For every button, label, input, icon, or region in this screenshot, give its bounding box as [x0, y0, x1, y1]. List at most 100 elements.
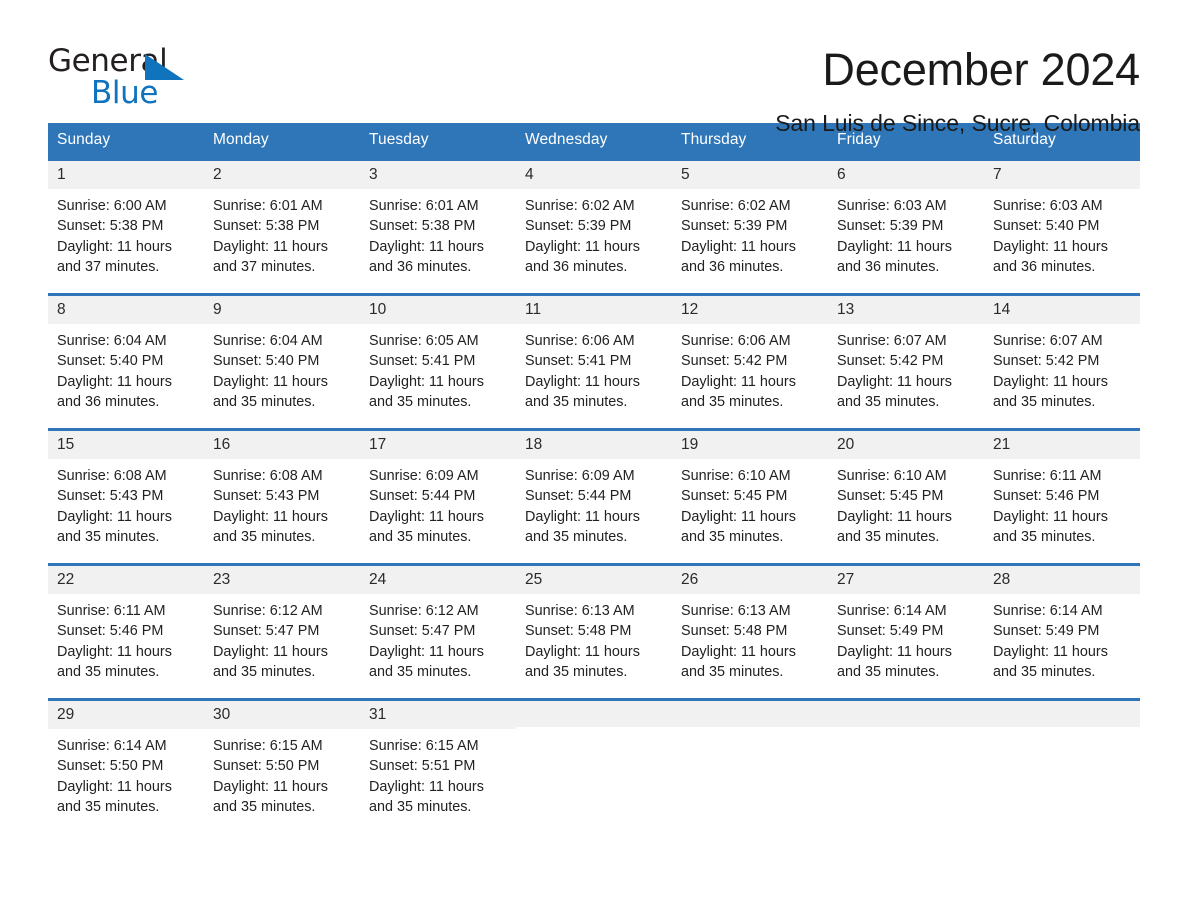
daylight-text: Daylight: 11 hours and 35 minutes.: [369, 373, 484, 411]
sunset-text: Sunset: 5:42 PM: [837, 353, 944, 370]
calendar-day-cell[interactable]: 21 Sunrise: 6:11 AM Sunset: 5:46 PM Dayligh…: [984, 428, 1140, 565]
calendar-day-cell[interactable]: 1 Sunrise: 6:00 AM Sunset: 5:38 PM Daylight…: [48, 158, 204, 295]
sunrise-text: Sunrise: 6:02 AM: [681, 197, 791, 214]
calendar-day-cell[interactable]: 20 Sunrise: 6:10 AM Sunset: 5:45 PM Dayligh…: [828, 428, 984, 565]
day-number: 25: [516, 566, 672, 594]
calendar-day-cell[interactable]: 10 Sunrise: 6:05 AM Sunset: 5:41 PM Dayligh…: [360, 293, 516, 430]
sunrise-text: Sunrise: 6:15 AM: [213, 737, 323, 754]
calendar-body: 1 Sunrise: 6:00 AM Sunset: 5:38 PM Daylight…: [48, 158, 1140, 828]
sunrise-text: Sunrise: 6:13 AM: [681, 602, 791, 619]
sunset-text: Sunset: 5:43 PM: [213, 488, 320, 505]
daylight-text: Daylight: 11 hours and 36 minutes.: [993, 238, 1108, 276]
day-details: Sunrise: 6:12 AM Sunset: 5:47 PM Daylight:…: [204, 594, 360, 683]
calendar-day-cell[interactable]: 16 Sunrise: 6:08 AM Sunset: 5:43 PM Dayligh…: [204, 428, 360, 565]
calendar-empty-cell: [672, 698, 828, 828]
calendar-day-cell[interactable]: 8 Sunrise: 6:04 AM Sunset: 5:40 PM Daylight…: [48, 293, 204, 430]
calendar-day-cell[interactable]: 2 Sunrise: 6:01 AM Sunset: 5:38 PM Daylight…: [204, 158, 360, 295]
calendar-day-cell[interactable]: 12 Sunrise: 6:06 AM Sunset: 5:42 PM Dayligh…: [672, 293, 828, 430]
sunset-text: Sunset: 5:42 PM: [681, 353, 788, 370]
calendar-day-cell[interactable]: 29 Sunrise: 6:14 AM Sunset: 5:50 PM Dayligh…: [48, 698, 204, 828]
calendar-day-cell[interactable]: 23 Sunrise: 6:12 AM Sunset: 5:47 PM Dayligh…: [204, 563, 360, 700]
day-details: Sunrise: 6:02 AM Sunset: 5:39 PM Daylight:…: [672, 189, 828, 278]
day-number: 19: [672, 431, 828, 459]
calendar-day-cell[interactable]: 5 Sunrise: 6:02 AM Sunset: 5:39 PM Daylight…: [672, 158, 828, 295]
logo-text-blue: Blue: [91, 75, 158, 111]
calendar-week-row: 8 Sunrise: 6:04 AM Sunset: 5:40 PM Daylight…: [48, 293, 1140, 430]
daylight-text: Daylight: 11 hours and 35 minutes.: [525, 508, 640, 546]
calendar-day-cell[interactable]: 6 Sunrise: 6:03 AM Sunset: 5:39 PM Daylight…: [828, 158, 984, 295]
sunset-text: Sunset: 5:50 PM: [57, 758, 164, 775]
day-details: Sunrise: 6:03 AM Sunset: 5:39 PM Daylight:…: [828, 189, 984, 278]
calendar-day-cell[interactable]: 13 Sunrise: 6:07 AM Sunset: 5:42 PM Dayligh…: [828, 293, 984, 430]
day-details: Sunrise: 6:11 AM Sunset: 5:46 PM Daylight:…: [48, 594, 204, 683]
general-blue-logo[interactable]: General Blue: [48, 46, 198, 112]
day-details: Sunrise: 6:06 AM Sunset: 5:41 PM Daylight:…: [516, 324, 672, 413]
sunset-text: Sunset: 5:48 PM: [681, 623, 788, 640]
sunrise-text: Sunrise: 6:03 AM: [993, 197, 1103, 214]
daylight-text: Daylight: 11 hours and 35 minutes.: [837, 373, 952, 411]
calendar-day-cell[interactable]: 3 Sunrise: 6:01 AM Sunset: 5:38 PM Daylight…: [360, 158, 516, 295]
daylight-text: Daylight: 11 hours and 35 minutes.: [837, 643, 952, 681]
sunset-text: Sunset: 5:38 PM: [213, 218, 320, 235]
day-details: Sunrise: 6:10 AM Sunset: 5:45 PM Daylight:…: [672, 459, 828, 548]
calendar-empty-cell: [516, 698, 672, 828]
day-number: [672, 701, 828, 727]
calendar-day-cell[interactable]: 7 Sunrise: 6:03 AM Sunset: 5:40 PM Daylight…: [984, 158, 1140, 295]
calendar-day-cell[interactable]: 30 Sunrise: 6:15 AM Sunset: 5:50 PM Dayligh…: [204, 698, 360, 828]
calendar-day-cell[interactable]: 22 Sunrise: 6:11 AM Sunset: 5:46 PM Dayligh…: [48, 563, 204, 700]
day-details: Sunrise: 6:14 AM Sunset: 5:49 PM Daylight:…: [984, 594, 1140, 683]
day-number: 18: [516, 431, 672, 459]
day-number: 3: [360, 161, 516, 189]
day-number: [828, 701, 984, 727]
daylight-text: Daylight: 11 hours and 35 minutes.: [213, 373, 328, 411]
day-number: 27: [828, 566, 984, 594]
sunset-text: Sunset: 5:39 PM: [837, 218, 944, 235]
calendar-day-cell[interactable]: 24 Sunrise: 6:12 AM Sunset: 5:47 PM Dayligh…: [360, 563, 516, 700]
daylight-text: Daylight: 11 hours and 36 minutes.: [525, 238, 640, 276]
daylight-text: Daylight: 11 hours and 35 minutes.: [681, 643, 796, 681]
calendar-day-cell[interactable]: 17 Sunrise: 6:09 AM Sunset: 5:44 PM Dayligh…: [360, 428, 516, 565]
daylight-text: Daylight: 11 hours and 35 minutes.: [369, 508, 484, 546]
day-details: Sunrise: 6:11 AM Sunset: 5:46 PM Daylight:…: [984, 459, 1140, 548]
calendar-day-cell[interactable]: 31 Sunrise: 6:15 AM Sunset: 5:51 PM Dayligh…: [360, 698, 516, 828]
day-number: 11: [516, 296, 672, 324]
calendar-day-cell[interactable]: 9 Sunrise: 6:04 AM Sunset: 5:40 PM Daylight…: [204, 293, 360, 430]
sunset-text: Sunset: 5:44 PM: [525, 488, 632, 505]
sunset-text: Sunset: 5:48 PM: [525, 623, 632, 640]
day-details: Sunrise: 6:07 AM Sunset: 5:42 PM Daylight:…: [984, 324, 1140, 413]
sunrise-text: Sunrise: 6:04 AM: [213, 332, 323, 349]
calendar-day-cell[interactable]: 28 Sunrise: 6:14 AM Sunset: 5:49 PM Dayligh…: [984, 563, 1140, 700]
day-number: 4: [516, 161, 672, 189]
daylight-text: Daylight: 11 hours and 35 minutes.: [213, 778, 328, 816]
sunrise-text: Sunrise: 6:07 AM: [993, 332, 1103, 349]
sunrise-text: Sunrise: 6:07 AM: [837, 332, 947, 349]
calendar-day-cell[interactable]: 4 Sunrise: 6:02 AM Sunset: 5:39 PM Daylight…: [516, 158, 672, 295]
daylight-text: Daylight: 11 hours and 35 minutes.: [57, 508, 172, 546]
sunset-text: Sunset: 5:39 PM: [681, 218, 788, 235]
daylight-text: Daylight: 11 hours and 35 minutes.: [993, 373, 1108, 411]
daylight-text: Daylight: 11 hours and 35 minutes.: [993, 508, 1108, 546]
calendar-day-cell[interactable]: 14 Sunrise: 6:07 AM Sunset: 5:42 PM Dayligh…: [984, 293, 1140, 430]
day-number: 21: [984, 431, 1140, 459]
day-number: 17: [360, 431, 516, 459]
calendar-day-cell[interactable]: 25 Sunrise: 6:13 AM Sunset: 5:48 PM Dayligh…: [516, 563, 672, 700]
calendar-day-cell[interactable]: 19 Sunrise: 6:10 AM Sunset: 5:45 PM Dayligh…: [672, 428, 828, 565]
calendar-day-cell[interactable]: 26 Sunrise: 6:13 AM Sunset: 5:48 PM Dayligh…: [672, 563, 828, 700]
calendar-empty-cell: [984, 698, 1140, 828]
calendar-day-cell[interactable]: 27 Sunrise: 6:14 AM Sunset: 5:49 PM Dayligh…: [828, 563, 984, 700]
calendar-day-cell[interactable]: 11 Sunrise: 6:06 AM Sunset: 5:41 PM Dayligh…: [516, 293, 672, 430]
day-details: Sunrise: 6:04 AM Sunset: 5:40 PM Daylight:…: [48, 324, 204, 413]
calendar-day-cell[interactable]: 18 Sunrise: 6:09 AM Sunset: 5:44 PM Dayligh…: [516, 428, 672, 565]
day-number: 29: [48, 701, 204, 729]
daylight-text: Daylight: 11 hours and 35 minutes.: [57, 778, 172, 816]
day-details: Sunrise: 6:15 AM Sunset: 5:51 PM Daylight:…: [360, 729, 516, 818]
daylight-text: Daylight: 11 hours and 35 minutes.: [681, 508, 796, 546]
day-details: Sunrise: 6:01 AM Sunset: 5:38 PM Daylight:…: [360, 189, 516, 278]
day-details: Sunrise: 6:01 AM Sunset: 5:38 PM Daylight:…: [204, 189, 360, 278]
calendar-day-cell[interactable]: 15 Sunrise: 6:08 AM Sunset: 5:43 PM Dayligh…: [48, 428, 204, 565]
weekday-header-monday: Monday: [204, 123, 360, 160]
sunrise-text: Sunrise: 6:08 AM: [213, 467, 323, 484]
weekday-header-sunday: Sunday: [48, 123, 204, 160]
calendar-week-row: 15 Sunrise: 6:08 AM Sunset: 5:43 PM Dayligh…: [48, 428, 1140, 565]
day-number: 5: [672, 161, 828, 189]
